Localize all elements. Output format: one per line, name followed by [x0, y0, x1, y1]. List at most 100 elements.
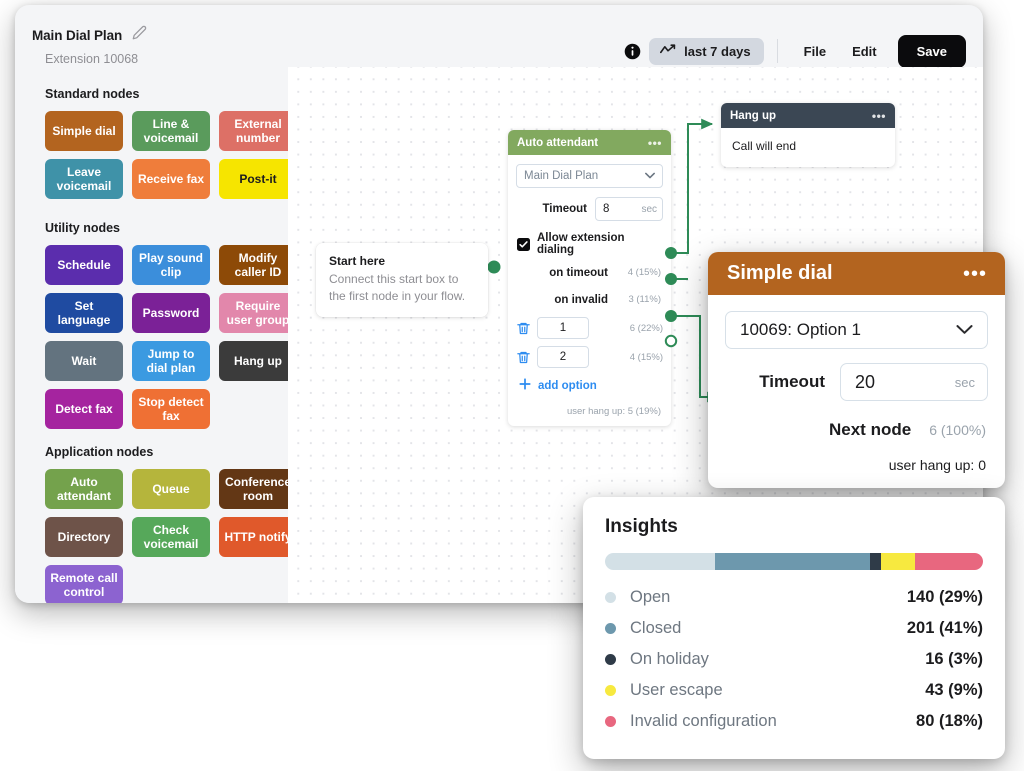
option-input[interactable]: 2 — [537, 346, 589, 368]
allow-extension-dialing-label: Allow extension dialing — [537, 232, 625, 256]
start-here-description: Connect this start box to the first node… — [329, 272, 466, 304]
node-palette-sidebar: Standard nodes Simple dial Line & voicema… — [15, 67, 297, 603]
palette-node-chip[interactable]: Line & voicemail — [132, 111, 210, 151]
option-stat: 6 (22%) — [629, 322, 663, 334]
legend-color-dot — [605, 716, 616, 727]
palette-node-chip[interactable]: Stop detect fax — [132, 389, 210, 429]
screenshot-root: Main Dial Plan Extension 10068 last 7 da… — [0, 0, 1024, 771]
add-option-button[interactable]: add option — [519, 378, 663, 393]
palette-node-chip[interactable]: Set language — [45, 293, 123, 333]
save-button[interactable]: Save — [897, 34, 966, 68]
chevron-down-icon — [956, 320, 973, 340]
timeout-input[interactable]: 8 sec — [595, 197, 663, 221]
palette-node-label: Line & voicemail — [143, 116, 199, 145]
palette-node-chip[interactable]: Simple dial — [45, 111, 123, 151]
palette-node-chip[interactable]: Remote call control — [45, 565, 123, 603]
palette-node-label: Set language — [57, 298, 111, 327]
palette-node-chip[interactable]: HTTP notify — [219, 517, 297, 557]
legend-value: 80 (18%) — [916, 712, 983, 730]
simple-dial-title: Simple dial — [727, 262, 833, 284]
palette-node-chip[interactable]: Hang up — [219, 341, 297, 381]
edit-menu-button[interactable]: Edit — [839, 38, 890, 65]
dial-plan-select[interactable]: Main Dial Plan — [516, 164, 663, 188]
insights-legend-row: Open 140 (29%) — [605, 582, 983, 613]
insights-bar-segment — [605, 553, 715, 570]
insights-legend-row: User escape 43 (9%) — [605, 675, 983, 706]
section-label: Standard nodes — [45, 87, 140, 101]
legend-color-dot — [605, 592, 616, 603]
plus-icon — [519, 378, 531, 393]
palette-node-chip[interactable]: Play sound clip — [132, 245, 210, 285]
palette-node-label: Jump to dial plan — [146, 346, 196, 375]
allow-extension-dialing-checkbox[interactable] — [517, 237, 530, 251]
palette-node-chip[interactable]: Detect fax — [45, 389, 123, 429]
timeout-input[interactable]: 20 sec — [840, 363, 988, 401]
palette-node-chip[interactable]: Leave voicemail — [45, 159, 123, 199]
palette-node-chip[interactable]: Auto attendant — [45, 469, 123, 509]
palette-node-chip[interactable]: Jump to dial plan — [132, 341, 210, 381]
simple-dial-panel[interactable]: Simple dial ••• 10069: Option 1 Timeout … — [708, 252, 1005, 488]
output-label: on invalid — [554, 293, 608, 306]
auto-attendant-body: Main Dial Plan Timeout 8 sec Allow exten… — [508, 155, 671, 426]
simple-dial-header: Simple dial ••• — [708, 252, 1005, 295]
palette-node-chip[interactable]: Receive fax — [132, 159, 210, 199]
file-menu-button[interactable]: File — [791, 38, 839, 65]
palette-node-chip[interactable]: Conference room — [219, 469, 297, 509]
legend-value: 16 (3%) — [925, 650, 983, 668]
insights-panel: Insights Open 140 (29%) Closed 201 (41%) On … — [583, 497, 1005, 759]
plan-title-row: Main Dial Plan — [32, 25, 147, 45]
palette-node-label: Simple dial — [52, 123, 116, 138]
palette-node-label: Conference room — [224, 474, 292, 503]
ellipsis-icon[interactable]: ••• — [963, 264, 987, 284]
palette-node-chip[interactable]: Queue — [132, 469, 210, 509]
simple-dial-timeout-row: Timeout 20 sec — [725, 363, 988, 401]
date-range-chip[interactable]: last 7 days — [649, 37, 764, 65]
destination-value: 10069: Option 1 — [740, 320, 861, 339]
simple-dial-body: 10069: Option 1 Timeout 20 sec Next node… — [708, 295, 1005, 488]
palette-node-label: HTTP notify — [224, 529, 292, 544]
destination-select[interactable]: 10069: Option 1 — [725, 311, 988, 349]
output-row-on-invalid: on invalid 3 (11%) — [516, 289, 663, 310]
palette-node-label: Directory — [57, 529, 111, 544]
header-actions: last 7 days File Edit Save — [619, 34, 966, 68]
section-label: Utility nodes — [45, 221, 121, 235]
auto-attendant-header: Auto attendant ••• — [508, 130, 671, 155]
auto-attendant-node[interactable]: Auto attendant ••• Main Dial Plan Timeou… — [508, 130, 671, 426]
palette-node-chip[interactable]: Schedule — [45, 245, 123, 285]
palette-node-label: Auto attendant — [57, 474, 111, 503]
legend-value: 140 (29%) — [906, 588, 983, 606]
legend-color-dot — [605, 685, 616, 696]
legend-value: 43 (9%) — [925, 681, 983, 699]
palette-node-chip[interactable]: Wait — [45, 341, 123, 381]
hang-up-title: Hang up — [730, 109, 776, 122]
legend-label: Open — [630, 588, 671, 606]
insights-legend-row: On holiday 16 (3%) — [605, 644, 983, 675]
info-icon[interactable] — [619, 38, 645, 64]
palette-node-label: Receive fax — [137, 171, 205, 186]
hang-up-node[interactable]: Hang up ••• Call will end — [721, 103, 895, 167]
palette-node-chip[interactable]: Require user group — [219, 293, 297, 333]
delete-option-icon[interactable] — [516, 321, 531, 336]
palette-node-chip[interactable]: Directory — [45, 517, 123, 557]
palette-node-chip[interactable]: External number — [219, 111, 297, 151]
option-input[interactable]: 1 — [537, 317, 589, 339]
palette-node-label: External number — [234, 116, 282, 145]
ellipsis-icon[interactable]: ••• — [872, 110, 886, 122]
hang-up-header: Hang up ••• — [721, 103, 895, 128]
delete-option-icon[interactable] — [516, 350, 531, 365]
insights-legend-row: Invalid configuration 80 (18%) — [605, 706, 983, 737]
simple-dial-user-hangup: user hang up: 0 — [888, 457, 986, 473]
ellipsis-icon[interactable]: ••• — [648, 137, 662, 149]
palette-node-chip[interactable]: Check voicemail — [132, 517, 210, 557]
palette-node-chip[interactable]: Modify caller ID — [219, 245, 297, 285]
pencil-icon[interactable] — [132, 25, 147, 45]
start-here-title: Start here — [329, 254, 386, 268]
palette-node-chip[interactable]: Post-it — [219, 159, 297, 199]
palette-node-chip[interactable]: Password — [132, 293, 210, 333]
legend-color-dot — [605, 654, 616, 665]
allow-extension-dialing-row[interactable]: Allow extension dialing — [517, 232, 663, 256]
start-here-box[interactable]: Start here Connect this start box to the… — [316, 243, 488, 318]
header-divider — [776, 39, 778, 63]
add-option-label: add option — [538, 379, 597, 392]
insights-bar-segment — [880, 553, 915, 570]
